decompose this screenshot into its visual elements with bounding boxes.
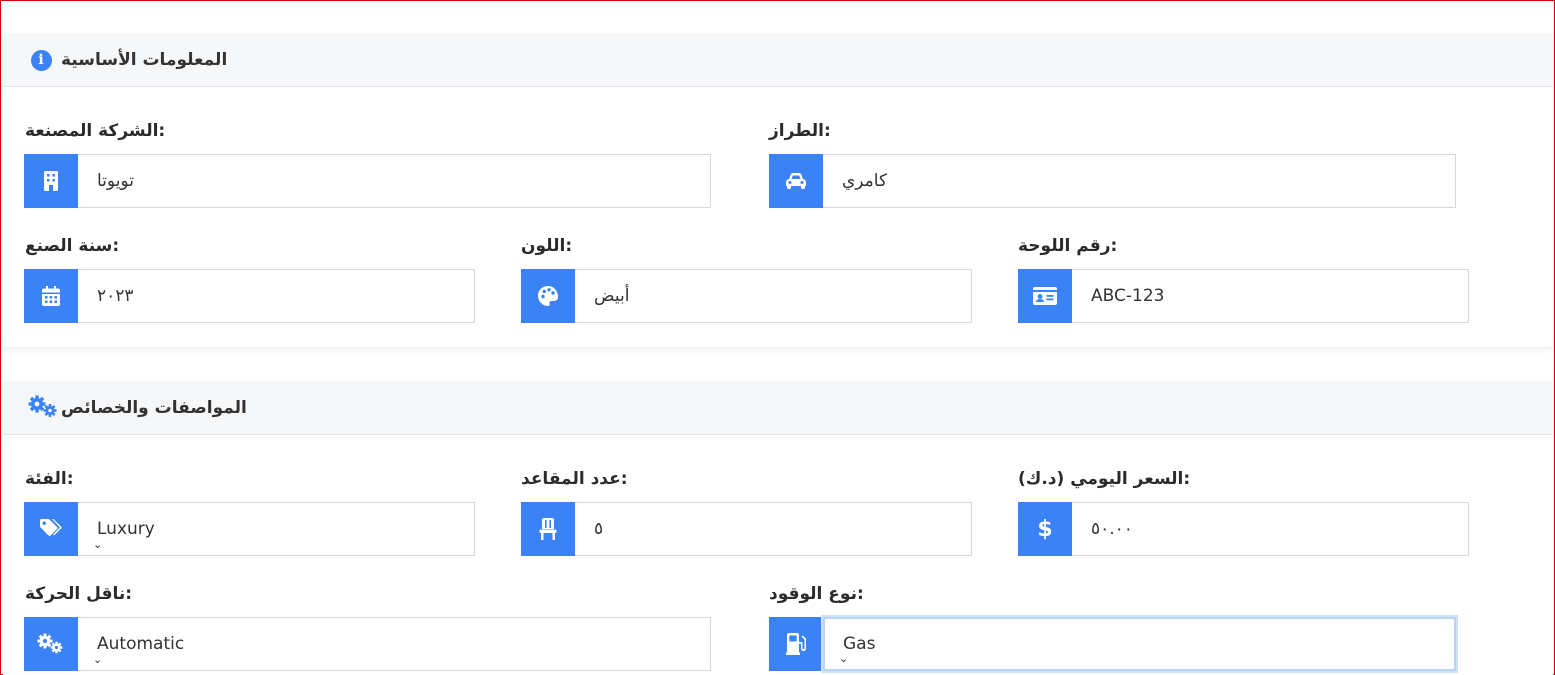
- basic-info-title: المعلومات الأساسية: [61, 50, 228, 70]
- model-input[interactable]: كامري: [823, 154, 1456, 208]
- basic-info-card: i المعلومات الأساسية الشركة المصنعة: توي…: [3, 33, 1553, 347]
- daily-price-group: $ ٥٠.٠٠: [1018, 502, 1469, 556]
- category-value: Luxury: [97, 519, 155, 539]
- category-label: الفئة:: [25, 469, 74, 489]
- seats-label: عدد المقاعد:: [521, 469, 628, 489]
- transmission-label: ناقل الحركة:: [25, 584, 133, 604]
- building-icon: [24, 154, 78, 208]
- info-icon: i: [30, 49, 52, 71]
- gears-icon: [24, 617, 78, 671]
- gears-icon: [28, 395, 60, 419]
- car-icon: [769, 154, 823, 208]
- category-select[interactable]: ⌄ Luxury: [78, 502, 475, 556]
- plate-label: رقم اللوحة:: [1018, 236, 1118, 256]
- daily-price-input[interactable]: ٥٠.٠٠: [1072, 502, 1469, 556]
- transmission-select[interactable]: ⌄ Automatic: [78, 617, 711, 671]
- color-input[interactable]: أبيض: [575, 269, 972, 323]
- daily-price-label: السعر اليومي (د.ك):: [1018, 469, 1191, 489]
- tags-icon: [24, 502, 78, 556]
- chair-icon: [521, 502, 575, 556]
- id-card-icon: [1018, 269, 1072, 323]
- specs-header: المواصفات والخصائص: [3, 381, 1553, 435]
- manufacturer-group: تويوتا: [24, 154, 711, 208]
- color-group: أبيض: [521, 269, 972, 323]
- plate-group: ABC-123: [1018, 269, 1469, 323]
- transmission-group: ⌄ Automatic: [24, 617, 711, 671]
- seats-group: ٥: [521, 502, 972, 556]
- model-group: كامري: [769, 154, 1456, 208]
- plate-input[interactable]: ABC-123: [1072, 269, 1469, 323]
- specs-title: المواصفات والخصائص: [61, 398, 247, 418]
- year-label: سنة الصنع:: [25, 236, 120, 256]
- color-label: اللون:: [521, 236, 573, 256]
- category-group: ⌄ Luxury: [24, 502, 475, 556]
- seats-input[interactable]: ٥: [575, 502, 972, 556]
- gas-pump-icon: [769, 617, 823, 671]
- manufacturer-label: الشركة المصنعة:: [25, 121, 166, 141]
- year-group: ٢٠٢٣: [24, 269, 475, 323]
- fuel-label: نوع الوقود:: [769, 584, 864, 604]
- model-label: الطراز:: [769, 121, 831, 141]
- palette-icon: [521, 269, 575, 323]
- fuel-group: ⌄ Gas: [769, 617, 1456, 671]
- year-input[interactable]: ٢٠٢٣: [78, 269, 475, 323]
- page: { "sections": { "basic": { "title": "الم…: [0, 0, 1555, 675]
- calendar-icon: [24, 269, 78, 323]
- fuel-select[interactable]: ⌄ Gas: [823, 617, 1456, 671]
- transmission-value: Automatic: [97, 634, 185, 654]
- dollar-icon: $: [1018, 502, 1072, 556]
- specs-card: المواصفات والخصائص الفئة: ⌄ Luxury عدد ال…: [3, 381, 1553, 675]
- manufacturer-input[interactable]: تويوتا: [78, 154, 711, 208]
- basic-info-header: i المعلومات الأساسية: [3, 33, 1553, 87]
